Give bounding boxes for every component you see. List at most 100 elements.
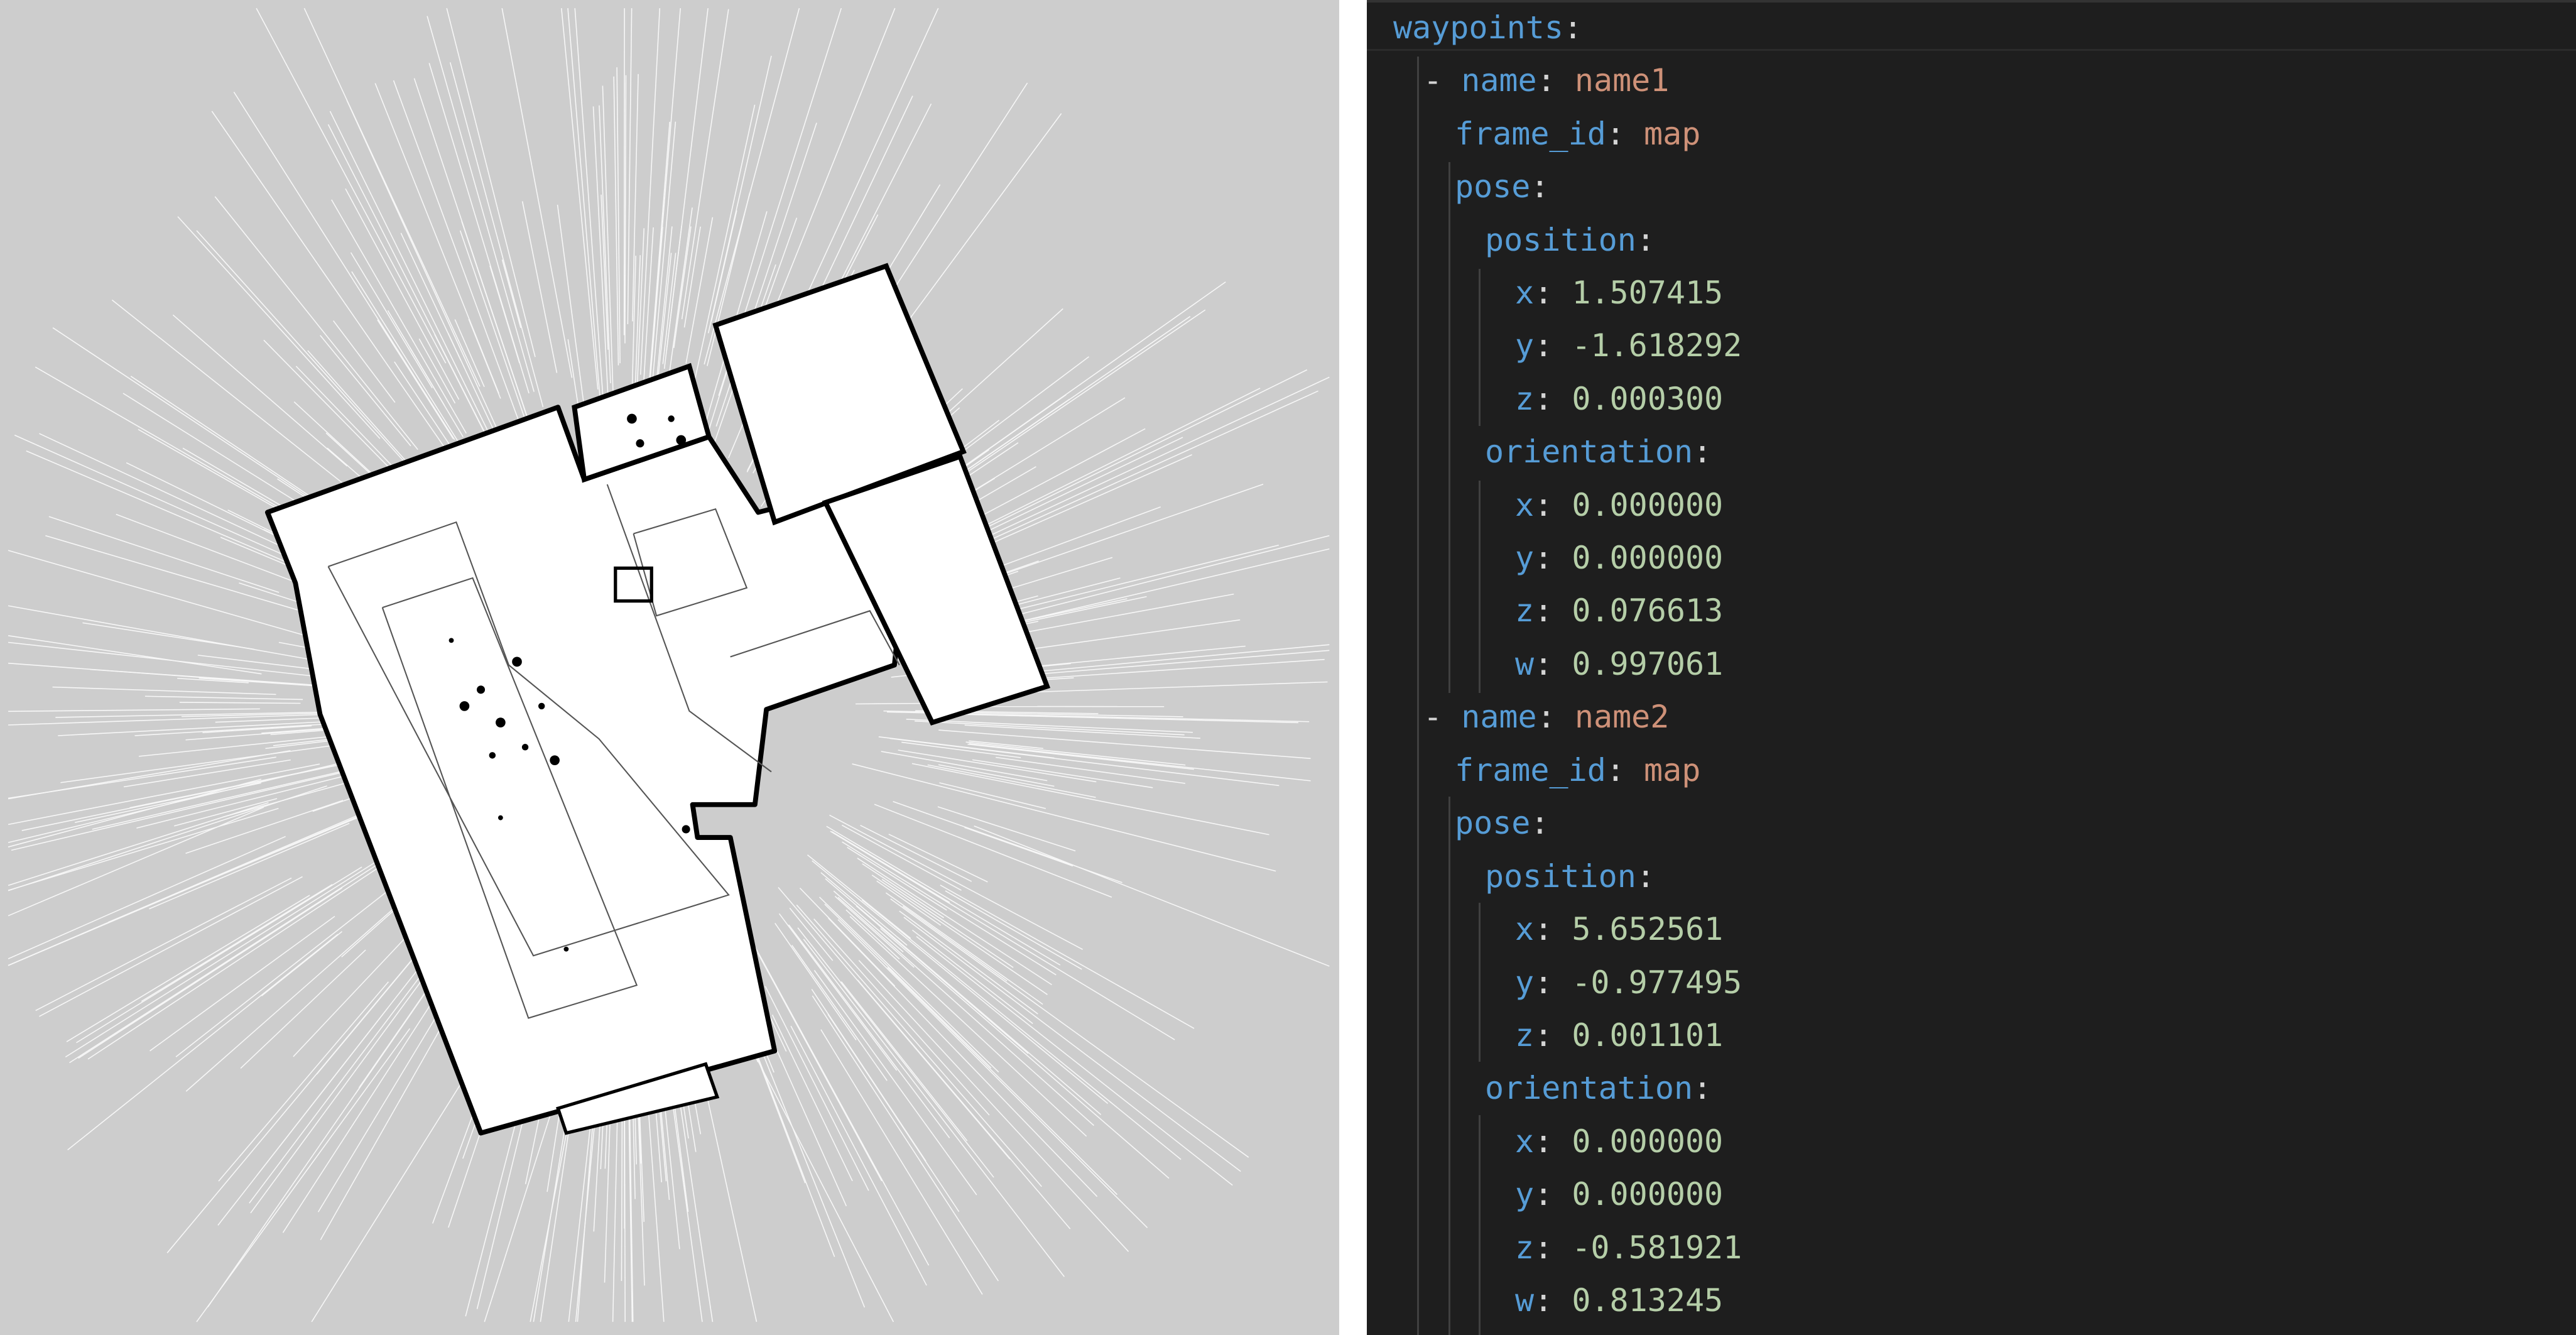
pane-divider — [1339, 0, 1367, 1335]
laser-ray — [812, 860, 1109, 1104]
laser-ray — [14, 434, 317, 570]
indent-guide — [1479, 1115, 1481, 1335]
yaml-key: orientation — [1485, 433, 1693, 470]
yaml-key: y — [1515, 540, 1535, 576]
laser-ray — [567, 8, 603, 425]
laser-ray — [927, 764, 1096, 798]
yaml-value-number: -1.618292 — [1572, 327, 1742, 364]
indent-guide — [1417, 57, 1419, 1335]
laser-ray — [945, 890, 1082, 970]
yaml-key: waypoints — [1393, 9, 1563, 46]
laser-ray — [893, 801, 1122, 883]
laser-ray — [293, 934, 410, 1057]
laser-ray — [856, 702, 930, 705]
yaml-key: pose — [1455, 168, 1531, 205]
laser-ray — [797, 927, 994, 1178]
yaml-key: y — [1515, 1176, 1535, 1212]
yaml-key: name — [1461, 699, 1537, 735]
laser-ray — [320, 335, 411, 447]
laser-ray — [501, 8, 573, 378]
laser-ray — [177, 216, 381, 439]
laser-ray — [790, 1025, 927, 1286]
yaml-line-position-z: z: 0.000300 — [1515, 381, 1724, 417]
laser-ray — [982, 548, 1330, 631]
laser-ray — [683, 226, 701, 328]
yaml-line-position-z: z: 0.001101 — [1515, 1017, 1724, 1054]
yaml-key: x — [1515, 911, 1535, 947]
laser-ray — [501, 259, 521, 329]
yaml-value-number: 0.000000 — [1572, 1176, 1724, 1212]
laser-ray — [427, 16, 535, 392]
yaml-line-name: - name: name1 — [1423, 62, 1670, 99]
laser-ray — [812, 995, 999, 1282]
yaml-key: z — [1515, 592, 1535, 629]
yaml-key: x — [1515, 1123, 1535, 1160]
laser-ray — [123, 759, 291, 788]
yaml-line-orientation-z: z: 0.076613 — [1515, 592, 1724, 629]
laser-ray — [837, 896, 1094, 1126]
laser-ray — [8, 808, 279, 891]
yaml-value-number: 0.997061 — [1572, 646, 1724, 682]
laser-ray — [771, 1014, 853, 1182]
laser-ray — [774, 923, 857, 1041]
laser-ray — [256, 1007, 389, 1176]
laser-ray — [658, 253, 672, 375]
laser-ray — [561, 8, 599, 390]
yaml-key: name — [1461, 62, 1537, 99]
laser-ray — [454, 319, 485, 388]
laser-ray — [521, 201, 558, 373]
laser-ray — [889, 738, 1280, 787]
yaml-key: x — [1515, 487, 1535, 523]
laser-ray — [8, 798, 400, 966]
yaml-line-orientation-y: y: 0.000000 — [1515, 540, 1724, 576]
laser-ray — [887, 967, 1118, 1196]
laser-ray — [8, 550, 323, 641]
laser-ray — [627, 8, 633, 324]
yaml-value-number: 0.813245 — [1572, 1282, 1724, 1319]
yaml-line-orientation-w: w: 0.997061 — [1515, 646, 1724, 682]
laser-ray — [820, 1029, 983, 1295]
laser-ray — [446, 8, 536, 357]
yaml-line-position-y: y: -1.618292 — [1515, 327, 1742, 364]
yaml-value-number: 0.000000 — [1572, 1123, 1724, 1160]
yaml-value-number: 0.000300 — [1572, 381, 1724, 417]
indent-guide — [1448, 162, 1450, 693]
map-view[interactable] — [0, 0, 1339, 1335]
indent-guide — [1479, 903, 1481, 1062]
yaml-key: z — [1515, 381, 1535, 417]
yaml-value-number: -0.977495 — [1572, 964, 1742, 1001]
yaml-value-number: -0.581921 — [1572, 1229, 1742, 1266]
laser-ray — [214, 196, 418, 450]
code-editor[interactable]: waypoints: - name: name1 frame_id: map p… — [1367, 0, 2576, 1335]
occupancy-grid-map — [8, 8, 1330, 1322]
laser-ray — [179, 702, 301, 704]
laser-ray — [87, 857, 394, 1060]
laser-ray — [8, 635, 262, 675]
laser-ray — [8, 807, 264, 917]
laser-ray — [623, 8, 625, 335]
laser-ray — [8, 605, 315, 661]
yaml-line-orientation-x: x: 0.000000 — [1515, 1123, 1724, 1160]
laser-ray — [916, 936, 1233, 1186]
laser-ray — [172, 314, 348, 467]
laser-ray — [937, 806, 1076, 852]
laser-ray — [141, 884, 333, 1002]
laser-ray — [196, 1028, 411, 1322]
laser-ray — [67, 934, 339, 1151]
laser-ray — [903, 917, 1241, 1172]
laser-ray — [938, 764, 1055, 787]
yaml-key: z — [1515, 1229, 1535, 1266]
yaml-key: y — [1515, 327, 1535, 364]
yaml-line-position: position: — [1485, 222, 1655, 258]
laser-ray — [261, 931, 342, 996]
laser-ray — [149, 822, 350, 910]
laser-ray — [933, 376, 1330, 563]
yaml-line-position-x: x: 1.507415 — [1515, 275, 1724, 311]
laser-ray — [233, 91, 455, 440]
yaml-value-number: 0.076613 — [1572, 592, 1724, 629]
laser-ray — [329, 111, 514, 484]
yaml-line-frame-id: frame_id: map — [1455, 752, 1701, 788]
yaml-key: frame_id — [1455, 752, 1606, 788]
yaml-key: z — [1515, 1017, 1535, 1054]
yaml-line-orientation: orientation: — [1485, 1070, 1712, 1106]
